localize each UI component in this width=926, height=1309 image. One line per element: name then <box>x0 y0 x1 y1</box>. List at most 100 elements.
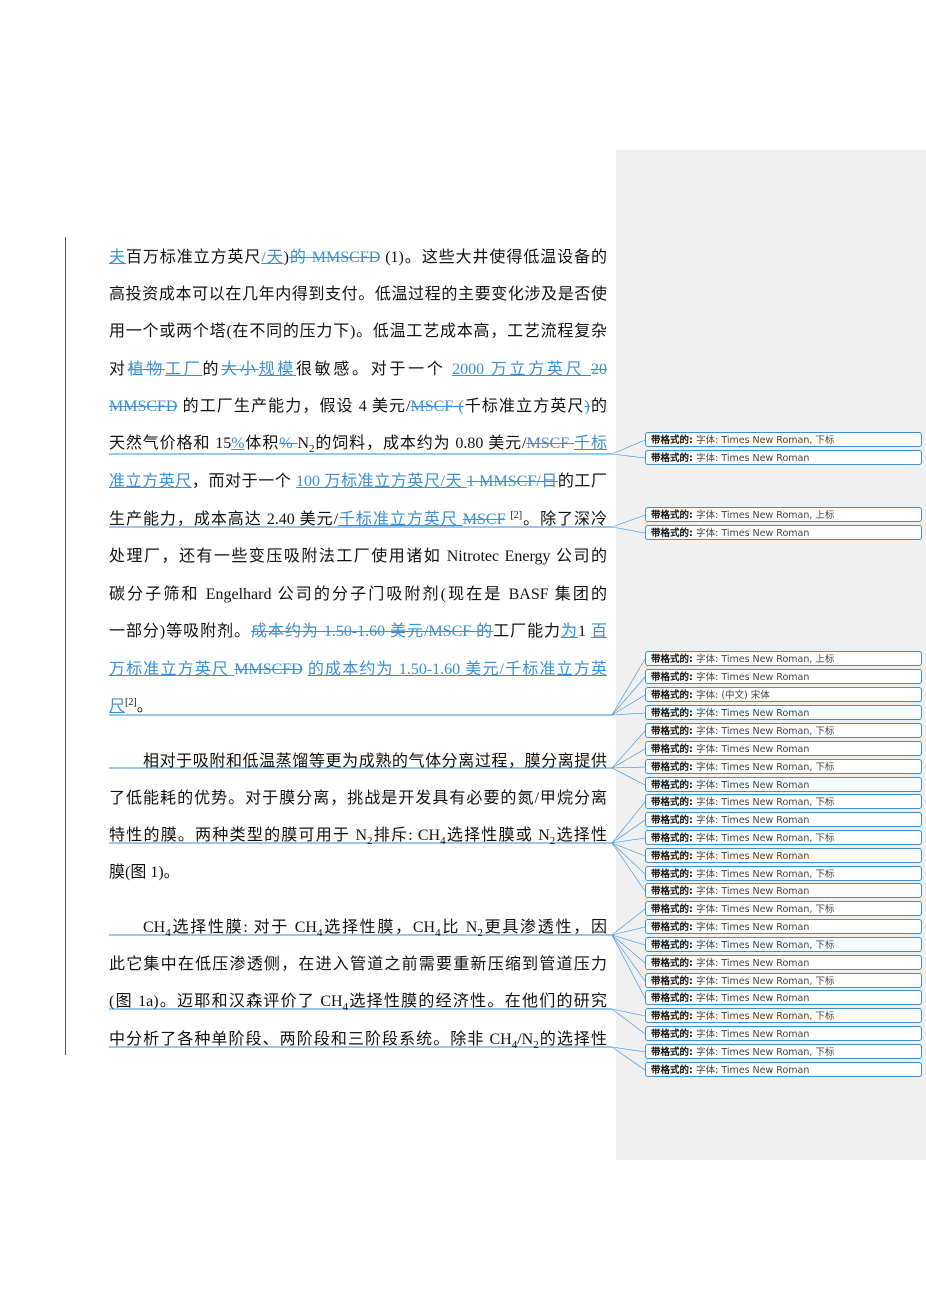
format-comment[interactable]: 带格式的: 字体: Times New Roman <box>645 450 922 465</box>
format-comment[interactable]: 带格式的: 字体: Times New Roman, 下标 <box>645 759 922 774</box>
format-comment[interactable]: 带格式的: 字体: Times New Roman, 下标 <box>645 723 922 738</box>
format-comment[interactable]: 带格式的: 字体: Times New Roman <box>645 777 922 792</box>
connector-line <box>611 1046 646 1053</box>
format-comment[interactable]: 带格式的: 字体: Times New Roman <box>645 741 922 756</box>
text-run: ，而对于一个 <box>191 473 296 490</box>
comment-prefix: 带格式的: <box>651 886 697 897</box>
text-run: /N <box>517 1031 534 1048</box>
format-comment[interactable]: 带格式的: 字体: Times New Roman, 上标 <box>645 651 922 666</box>
comment-prefix: 带格式的: <box>651 1029 697 1040</box>
connector-line <box>611 767 646 786</box>
format-comment[interactable]: 带格式的: 字体: Times New Roman, 上标 <box>645 507 922 522</box>
text-line: 膜(图 1)。 <box>109 863 607 883</box>
deleted-text: MSCF ( <box>410 398 464 415</box>
format-comment[interactable]: 带格式的: 字体: Times New Roman <box>645 812 922 827</box>
format-comment[interactable]: 带格式的: 字体: Times New Roman, 下标 <box>645 973 922 988</box>
text-run: 碳分子筛和 Engelhard 公司的分子门吸附剂(现在是 BASF 集团的 <box>109 586 607 603</box>
text-line: 天然气价格和 15%体积% N2的饲料，成本约为 0.80 美元/MSCF 千标 <box>109 434 607 455</box>
format-comment[interactable]: 带格式的: 字体: Times New Roman, 下标 <box>645 937 922 952</box>
format-comment[interactable]: 带格式的: 字体: Times New Roman, 下标 <box>645 901 922 916</box>
comment-text: 字体: Times New Roman, 上标 <box>696 654 835 665</box>
comment-prefix: 带格式的: <box>651 904 697 915</box>
format-comment[interactable]: 带格式的: 字体: (中文) 宋体 <box>645 687 922 702</box>
format-comment[interactable]: 带格式的: 字体: Times New Roman, 下标 <box>645 794 922 809</box>
deleted-text: 大小 <box>221 361 259 378</box>
text-run: 选择性 <box>555 827 607 844</box>
connector-line <box>611 453 646 459</box>
text-run: 特性的膜。两种类型的膜可用于 N <box>109 827 368 844</box>
format-comment[interactable]: 带格式的: 字体: Times New Roman <box>645 990 922 1005</box>
text-run: 更具渗透性，因 <box>482 919 607 936</box>
comment-prefix: 带格式的: <box>651 762 697 773</box>
format-comment[interactable]: 带格式的: 字体: Times New Roman, 下标 <box>645 830 922 845</box>
text-run: 此它集中在低压渗透侧，在进入管道之前需要重新压缩到管道压力 <box>109 956 607 973</box>
text-run: 选择性膜的经济性。在他们的研究 <box>348 993 607 1010</box>
format-comment[interactable]: 带格式的: 字体: Times New Roman <box>645 669 922 684</box>
deleted-text: 成本约为 1.50-1.60 美元/MSCF 的 <box>251 623 494 640</box>
inserted-text: 尺 <box>109 698 126 715</box>
comment-text: 字体: Times New Roman <box>696 672 810 683</box>
connector-line <box>611 842 646 892</box>
text-run: 用一个或两个塔(在不同的压力下)。低温工艺成本高，工艺流程复杂 <box>109 323 607 340</box>
comment-text: 字体: Times New Roman <box>696 851 810 862</box>
text-run: 选择性膜: 对于 CH <box>170 919 317 936</box>
comment-prefix: 带格式的: <box>651 940 697 951</box>
inserted-text: % <box>231 435 245 452</box>
text-run: 了低能耗的优势。对于膜分离，挑战是开发具有必要的氮/甲烷分离 <box>109 790 607 807</box>
format-comment[interactable]: 带格式的: 字体: Times New Roman, 下标 <box>645 866 922 881</box>
format-comment[interactable]: 带格式的: 字体: Times New Roman, 下标 <box>645 1044 922 1059</box>
format-comment[interactable]: 带格式的: 字体: Times New Roman <box>645 1062 922 1077</box>
text-run: 1 <box>577 623 591 640</box>
comment-prefix: 带格式的: <box>651 833 697 844</box>
text-line: CH4选择性膜: 对于 CH4选择性膜，CH4比 N2更具渗透性，因 <box>143 918 607 939</box>
text-run: 工厂能力 <box>493 623 562 640</box>
deleted-text: MMSCFD <box>234 661 303 678</box>
comment-text: 字体: Times New Roman <box>696 528 810 539</box>
text-run: 的 <box>202 361 222 378</box>
connector-line <box>611 694 646 716</box>
inserted-text: 100 万标准立方英尺/天 <box>295 473 467 490</box>
format-comment[interactable]: 带格式的: 字体: Times New Roman <box>645 525 922 540</box>
text-run: (1)。这些大井使得低温设备的 <box>380 249 607 266</box>
inserted-text: 准立方英尺 <box>109 473 192 490</box>
comment-text: 字体: Times New Roman <box>696 815 810 826</box>
comment-text: 字体: Times New Roman, 上标 <box>696 510 835 521</box>
connector-line <box>611 439 646 455</box>
format-comment[interactable]: 带格式的: 字体: Times New Roman <box>645 1026 922 1041</box>
inserted-text: 千标准立方英尺 <box>338 511 463 528</box>
text-run: 千标准立方英尺 <box>463 398 585 415</box>
connector-line <box>611 934 646 999</box>
format-comment[interactable]: 带格式的: 字体: Times New Roman, 下标 <box>645 432 922 447</box>
comment-prefix: 带格式的: <box>651 744 697 755</box>
comment-prefix: 带格式的: <box>651 780 697 791</box>
inserted-text: 万标准立方英尺 <box>109 661 235 678</box>
format-comment[interactable]: 带格式的: 字体: Times New Roman <box>645 848 922 863</box>
connector-line <box>611 514 646 528</box>
citation: [2] <box>510 510 523 521</box>
comment-prefix: 带格式的: <box>651 510 697 521</box>
format-comment[interactable]: 带格式的: 字体: Times New Roman <box>645 919 922 934</box>
text-run: 生产能力，成本高达 2.40 美元/ <box>109 511 339 528</box>
comment-text: 字体: Times New Roman, 下标 <box>696 1047 835 1058</box>
format-comment[interactable]: 带格式的: 字体: Times New Roman <box>645 955 922 970</box>
text-run: 膜(图 1)。 <box>109 864 180 881</box>
text-run: 的工厂生产能力，假设 4 美元/ <box>177 398 411 415</box>
inserted-text: /天 <box>261 249 284 266</box>
comment-prefix: 带格式的: <box>651 435 697 446</box>
format-comment[interactable]: 带格式的: 字体: Times New Roman <box>645 883 922 898</box>
text-run: 的饲料，成本约为 0.80 美元/ <box>314 435 527 452</box>
text-line: (图 1a)。迈耶和汉森评价了 CH4选择性膜的经济性。在他们的研究 <box>109 992 607 1013</box>
connector-line <box>611 837 646 844</box>
connector-line <box>611 766 646 769</box>
text-run: CH <box>143 919 166 936</box>
inserted-text: 为 <box>561 623 578 640</box>
comment-text: 字体: Times New Roman <box>696 1065 810 1076</box>
text-run: 体积 <box>244 435 280 452</box>
inserted-text: 规模 <box>258 361 296 378</box>
comment-text: 字体: Times New Roman <box>696 922 810 933</box>
deleted-text: 1 MMSCF/日 <box>466 473 558 490</box>
comment-text: 字体: Times New Roman, 下标 <box>696 1011 835 1022</box>
text-line: MMSCFD 的工厂生产能力，假设 4 美元/MSCF (千标准立方英尺)的 <box>109 397 607 417</box>
format-comment[interactable]: 带格式的: 字体: Times New Roman, 下标 <box>645 1008 922 1023</box>
format-comment[interactable]: 带格式的: 字体: Times New Roman <box>645 705 922 720</box>
